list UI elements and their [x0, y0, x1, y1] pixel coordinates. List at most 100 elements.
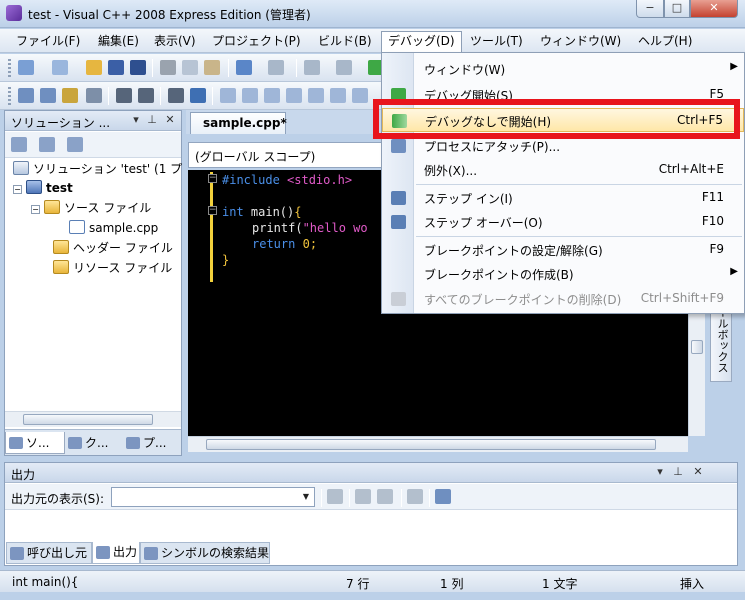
tab-solution-explorer[interactable]: ソ...	[5, 432, 65, 454]
tree-item-solution[interactable]: ソリューション 'test' (1 プ	[13, 159, 182, 179]
outline-collapse-icon[interactable]: −	[208, 206, 217, 215]
chevron-down-icon[interactable]: ▼	[299, 489, 313, 505]
show-all-files-icon[interactable]	[39, 137, 55, 152]
properties-icon[interactable]	[11, 137, 27, 152]
bookmark-toggle-icon[interactable]	[220, 88, 236, 103]
window-position-icon[interactable]: ▾	[653, 465, 667, 479]
menu-project[interactable]: プロジェクト(P)	[206, 32, 307, 51]
minimize-button[interactable]: −	[636, 0, 664, 18]
menu-item-step-into[interactable]: ステップ イン(I) F11	[382, 186, 744, 210]
tree-item-header-files[interactable]: ヘッダー ファイル	[53, 238, 173, 258]
menu-edit[interactable]: 編集(E)	[92, 32, 145, 51]
toolbar-grip[interactable]	[8, 59, 11, 77]
tree-item-resource-files[interactable]: リソース ファイル	[53, 258, 172, 278]
submenu-arrow-icon: ▶	[730, 61, 738, 72]
menu-item-toggle-breakpoint[interactable]: ブレークポイントの設定/解除(G) F9	[382, 238, 744, 262]
word-wrap-icon[interactable]	[435, 489, 451, 504]
tree-item-source-files[interactable]: − ソース ファイル	[31, 198, 151, 218]
tab-call-hierarchy[interactable]: 呼び出し元	[6, 542, 92, 564]
menu-item-shortcut: Ctrl+Alt+E	[658, 162, 724, 176]
scrollbar-thumb[interactable]	[691, 340, 703, 354]
menu-item-label: ブレークポイントの設定/解除(G)	[424, 244, 603, 258]
collapse-icon[interactable]: −	[13, 185, 22, 194]
bookmark-next-folder-icon[interactable]	[308, 88, 324, 103]
bookmark-doc-prev-icon[interactable]	[330, 88, 346, 103]
menu-item-delete-all-breakpoints[interactable]: すべてのブレークポイントの削除(D) Ctrl+Shift+F9	[382, 287, 744, 311]
brace: {	[294, 205, 302, 219]
menu-debug[interactable]: デバッグ(D)	[381, 31, 462, 53]
tab-property-manager[interactable]: プ...	[123, 432, 181, 454]
navigate-forward-icon[interactable]	[336, 60, 352, 75]
tab-label: プ...	[143, 436, 167, 450]
undo-icon[interactable]	[236, 60, 252, 75]
menu-tools[interactable]: ツール(T)	[464, 32, 529, 51]
toolbar-separator	[108, 87, 109, 105]
close-button[interactable]: ✕	[690, 0, 738, 18]
next-message-icon[interactable]	[377, 489, 393, 504]
code-line-5: return 0;	[252, 236, 317, 252]
tab-sample-cpp[interactable]: sample.cpp*	[190, 112, 287, 134]
navigate-back-icon[interactable]	[304, 60, 320, 75]
tab-output[interactable]: 出力	[92, 542, 140, 564]
scope-dropdown[interactable]: (グローバル スコープ)	[188, 142, 384, 168]
tree-item-project[interactable]: − test	[13, 178, 73, 198]
auto-hide-pin-icon[interactable]: ⊥	[671, 465, 685, 479]
cut-icon[interactable]	[160, 60, 176, 75]
menu-item-exceptions[interactable]: 例外(X)... Ctrl+Alt+E	[382, 158, 744, 182]
find-message-icon[interactable]	[327, 489, 343, 504]
menu-build[interactable]: ビルド(B)	[312, 32, 378, 51]
menu-help[interactable]: ヘルプ(H)	[632, 32, 698, 51]
complete-word-icon[interactable]	[86, 88, 102, 103]
toolbar-grip[interactable]	[8, 87, 11, 105]
tab-find-symbol-results[interactable]: シンボルの検索結果	[140, 542, 270, 564]
save-icon[interactable]	[108, 60, 124, 75]
scope-value: (グローバル スコープ)	[195, 150, 316, 164]
menu-item-new-breakpoint[interactable]: ブレークポイントの作成(B) ▶	[382, 262, 744, 286]
output-source-select[interactable]: ▼	[111, 487, 315, 507]
menu-file[interactable]: ファイル(F)	[10, 32, 86, 51]
collapse-icon[interactable]: −	[31, 205, 40, 214]
increase-indent-icon[interactable]	[138, 88, 154, 103]
copy-icon[interactable]	[182, 60, 198, 75]
bookmark-doc-next-icon[interactable]	[352, 88, 368, 103]
refresh-icon[interactable]	[67, 137, 83, 152]
window-position-icon[interactable]: ▾	[129, 113, 143, 127]
comment-icon[interactable]	[168, 88, 184, 103]
outline-collapse-icon[interactable]: −	[208, 174, 217, 183]
previous-message-icon[interactable]	[355, 489, 371, 504]
editor-horizontal-scrollbar[interactable]	[188, 436, 688, 452]
menu-view[interactable]: 表示(V)	[148, 32, 202, 51]
paste-icon[interactable]	[204, 60, 220, 75]
maximize-button[interactable]: □	[664, 0, 690, 18]
tab-class-view[interactable]: ク...	[65, 432, 123, 454]
parameter-info-icon[interactable]	[40, 88, 56, 103]
menu-window[interactable]: ウィンドウ(W)	[534, 32, 627, 51]
tree-item-label: リソース ファイル	[73, 261, 173, 275]
folder-icon	[44, 200, 60, 214]
add-item-icon[interactable]	[52, 60, 68, 75]
scrollbar-thumb[interactable]	[23, 414, 153, 425]
panel-close-icon[interactable]: ✕	[691, 465, 705, 479]
open-file-icon[interactable]	[86, 60, 102, 75]
member-list-icon[interactable]	[18, 88, 34, 103]
new-project-icon[interactable]	[18, 60, 34, 75]
scrollbar-thumb[interactable]	[206, 439, 656, 450]
panel-close-icon[interactable]: ✕	[163, 113, 177, 127]
decrease-indent-icon[interactable]	[116, 88, 132, 103]
bookmark-prev-icon[interactable]	[242, 88, 258, 103]
tree-item-label: ヘッダー ファイル	[73, 241, 173, 255]
toolbar-separator	[228, 59, 229, 77]
tree-item-sample-cpp[interactable]: sample.cpp	[69, 218, 158, 238]
horizontal-scrollbar[interactable]	[5, 411, 181, 427]
menu-item-step-over[interactable]: ステップ オーバー(O) F10	[382, 210, 744, 234]
menu-item-windows[interactable]: ウィンドウ(W) ▶	[382, 57, 744, 81]
uncomment-icon[interactable]	[190, 88, 206, 103]
clear-all-icon[interactable]	[407, 489, 423, 504]
menu-bar: ファイル(F) 編集(E) 表示(V) プロジェクト(P) ビルド(B) デバッ…	[0, 29, 745, 53]
auto-hide-pin-icon[interactable]: ⊥	[145, 113, 159, 127]
bookmark-next-icon[interactable]	[264, 88, 280, 103]
bookmark-prev-folder-icon[interactable]	[286, 88, 302, 103]
save-all-icon[interactable]	[130, 60, 146, 75]
quick-info-icon[interactable]	[62, 88, 78, 103]
redo-icon[interactable]	[268, 60, 284, 75]
